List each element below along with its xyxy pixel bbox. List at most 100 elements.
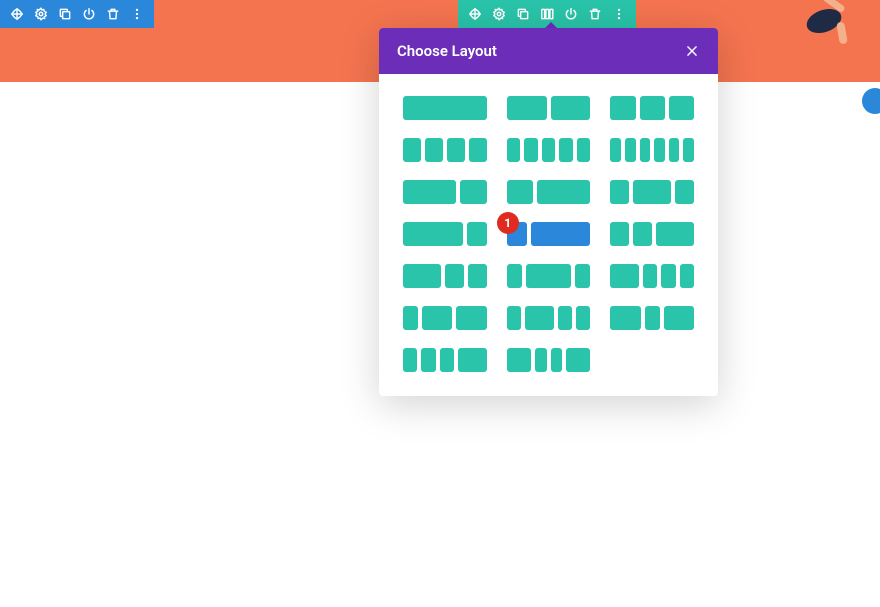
layout-col xyxy=(507,138,521,162)
layout-col xyxy=(403,222,463,246)
layout-option-8[interactable] xyxy=(610,180,694,204)
layout-col xyxy=(456,306,486,330)
layout-option-15[interactable] xyxy=(403,306,487,330)
layout-col xyxy=(403,96,487,120)
layout-col xyxy=(625,138,636,162)
layout-col xyxy=(403,348,417,372)
layout-col xyxy=(577,138,591,162)
layout-option-2[interactable] xyxy=(610,96,694,120)
layout-col xyxy=(669,138,680,162)
layout-col xyxy=(507,348,531,372)
modal-header: Choose Layout xyxy=(379,28,718,74)
duplicate-icon[interactable] xyxy=(516,7,530,21)
layout-col xyxy=(683,138,694,162)
gear-icon[interactable] xyxy=(34,7,48,21)
layout-col xyxy=(610,306,640,330)
layout-col xyxy=(640,138,651,162)
layout-col xyxy=(610,264,639,288)
layout-option-6[interactable] xyxy=(403,180,487,204)
layout-col xyxy=(403,306,418,330)
layout-col xyxy=(575,264,590,288)
layout-col xyxy=(469,138,487,162)
layout-col xyxy=(524,138,538,162)
layout-col xyxy=(507,306,521,330)
layout-col xyxy=(421,348,435,372)
layout-col xyxy=(403,264,441,288)
layout-option-14[interactable] xyxy=(610,264,694,288)
step-badge: 1 xyxy=(497,212,519,234)
layout-col xyxy=(507,180,534,204)
layout-col xyxy=(640,96,665,120)
layout-col xyxy=(507,96,547,120)
modal-body: 1 xyxy=(379,74,718,396)
layout-col xyxy=(422,306,452,330)
layout-col xyxy=(468,264,487,288)
layout-option-19[interactable] xyxy=(507,348,591,372)
layout-col xyxy=(664,306,694,330)
trash-icon[interactable] xyxy=(106,7,120,21)
modal-title: Choose Layout xyxy=(397,42,497,60)
layout-col xyxy=(661,264,675,288)
layout-option-4[interactable] xyxy=(507,138,591,162)
layout-col xyxy=(551,96,591,120)
power-icon[interactable] xyxy=(564,7,578,21)
layout-col xyxy=(551,348,563,372)
move-icon[interactable] xyxy=(468,7,482,21)
layout-col xyxy=(526,264,571,288)
more-icon[interactable] xyxy=(130,7,144,21)
move-icon[interactable] xyxy=(10,7,24,21)
layout-col xyxy=(542,138,556,162)
layout-option-17[interactable] xyxy=(610,306,694,330)
layout-col xyxy=(447,138,465,162)
layout-option-16[interactable] xyxy=(507,306,591,330)
layout-col xyxy=(440,348,454,372)
layout-col xyxy=(610,138,621,162)
layout-option-5[interactable] xyxy=(610,138,694,162)
layout-option-13[interactable] xyxy=(507,264,591,288)
trash-icon[interactable] xyxy=(588,7,602,21)
layout-col xyxy=(675,180,694,204)
layout-col xyxy=(531,222,591,246)
power-icon[interactable] xyxy=(82,7,96,21)
layout-col xyxy=(654,138,665,162)
layout-col xyxy=(558,306,572,330)
layout-col xyxy=(610,222,629,246)
layout-col xyxy=(645,306,660,330)
duplicate-icon[interactable] xyxy=(58,7,72,21)
layout-option-18[interactable] xyxy=(403,348,487,372)
layout-option-3[interactable] xyxy=(403,138,487,162)
illustration-person xyxy=(788,0,868,52)
layout-col xyxy=(633,222,652,246)
layout-col xyxy=(467,222,487,246)
layout-col xyxy=(535,348,547,372)
gear-icon[interactable] xyxy=(492,7,506,21)
layout-col xyxy=(680,264,694,288)
layout-option-10[interactable]: 1 xyxy=(507,222,591,246)
layout-col xyxy=(460,180,487,204)
layout-col xyxy=(669,96,694,120)
layout-col xyxy=(445,264,464,288)
layout-option-1[interactable] xyxy=(507,96,591,120)
layout-option-9[interactable] xyxy=(403,222,487,246)
layout-option-11[interactable] xyxy=(610,222,694,246)
section-toolbar xyxy=(0,0,154,28)
layout-col xyxy=(458,348,487,372)
layout-col xyxy=(610,180,629,204)
layout-col xyxy=(610,96,635,120)
layout-col xyxy=(656,222,694,246)
layout-col xyxy=(425,138,443,162)
layout-col xyxy=(525,306,554,330)
more-icon[interactable] xyxy=(612,7,626,21)
layout-option-0[interactable] xyxy=(403,96,487,120)
layout-col xyxy=(403,180,456,204)
layout-grid: 1 xyxy=(403,96,694,372)
layout-option-7[interactable] xyxy=(507,180,591,204)
layout-col xyxy=(403,138,421,162)
add-button-peek[interactable] xyxy=(862,88,880,114)
close-icon[interactable] xyxy=(684,43,700,59)
layout-col xyxy=(559,138,573,162)
layout-col xyxy=(576,306,590,330)
layout-option-12[interactable] xyxy=(403,264,487,288)
columns-icon[interactable] xyxy=(540,7,554,21)
layout-col xyxy=(507,264,522,288)
